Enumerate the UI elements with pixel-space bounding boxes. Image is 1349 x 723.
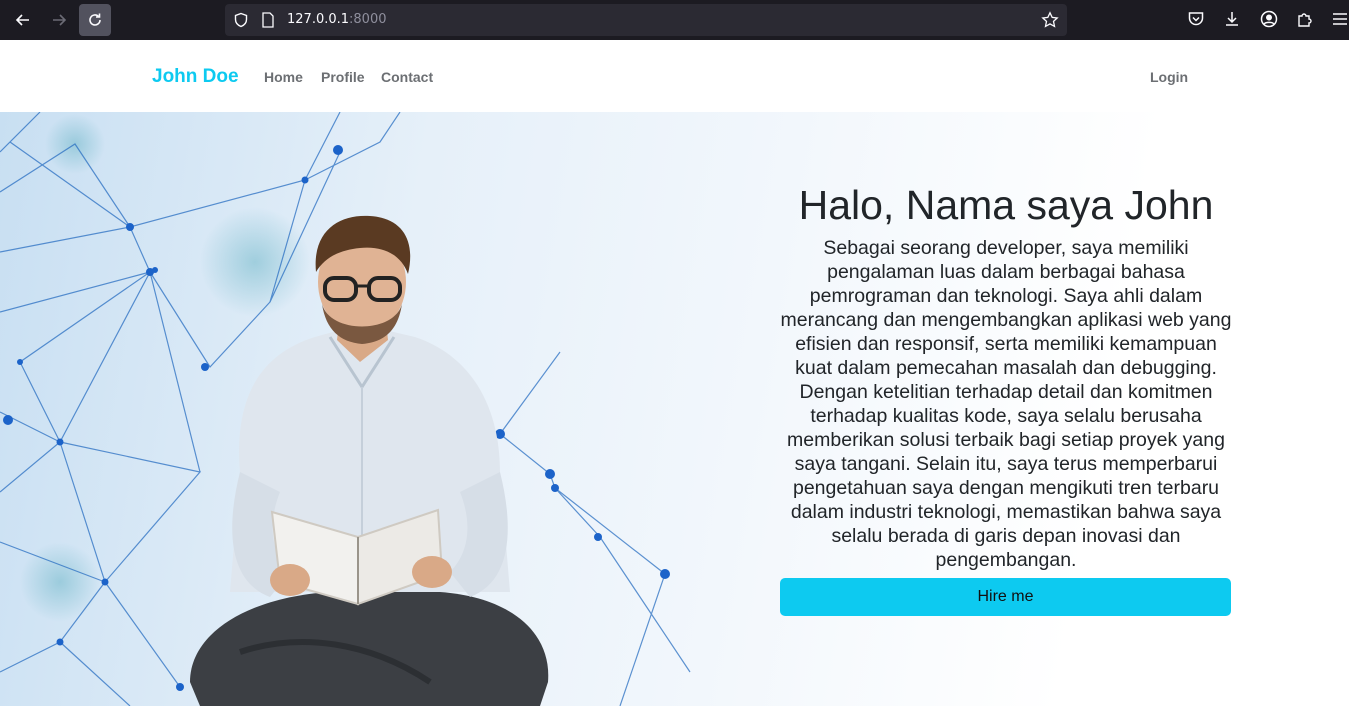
reload-icon [89, 13, 101, 26]
hero-description: Sebagai seorang developer, saya memiliki… [780, 237, 1232, 571]
page-icon [262, 12, 274, 28]
forward-button[interactable] [43, 4, 75, 36]
puzzle-icon[interactable] [1296, 10, 1314, 28]
reload-button[interactable] [79, 4, 111, 36]
address-bar[interactable]: 127.0.0.1:8000 [225, 4, 1067, 36]
hero-title: Halo, Nama saya John [798, 182, 1214, 228]
site-navbar: John Doe Home Profile Contact Login [0, 40, 1349, 112]
hero-content: Halo, Nama saya John Sebagai seorang dev… [780, 180, 1232, 616]
person-reading-book-image [190, 215, 549, 706]
browser-toolbar: 127.0.0.1:8000 [0, 0, 1349, 40]
url-port: :8000 [349, 12, 387, 27]
arrow-right-icon [53, 14, 67, 26]
page-bottom [0, 706, 1349, 723]
star-icon[interactable] [1041, 11, 1059, 29]
pocket-icon[interactable] [1187, 10, 1205, 28]
account-icon[interactable] [1260, 10, 1278, 28]
url-text: 127.0.0.1:8000 [287, 12, 387, 28]
nav-link-login[interactable]: Login [1150, 69, 1188, 85]
hero-section: Halo, Nama saya John Sebagai seorang dev… [0, 112, 1349, 706]
download-icon[interactable] [1223, 10, 1241, 28]
hamburger-menu-icon[interactable] [1331, 10, 1349, 28]
nav-link-home[interactable]: Home [264, 69, 303, 85]
back-button[interactable] [7, 4, 39, 36]
nav-link-contact[interactable]: Contact [381, 69, 433, 85]
arrow-left-icon [15, 14, 29, 26]
shield-icon[interactable] [233, 12, 249, 28]
brand-logo[interactable]: John Doe [152, 66, 239, 88]
hire-me-button[interactable]: Hire me [780, 578, 1231, 616]
url-host: 127.0.0.1 [287, 12, 350, 27]
nav-link-profile[interactable]: Profile [321, 69, 365, 85]
